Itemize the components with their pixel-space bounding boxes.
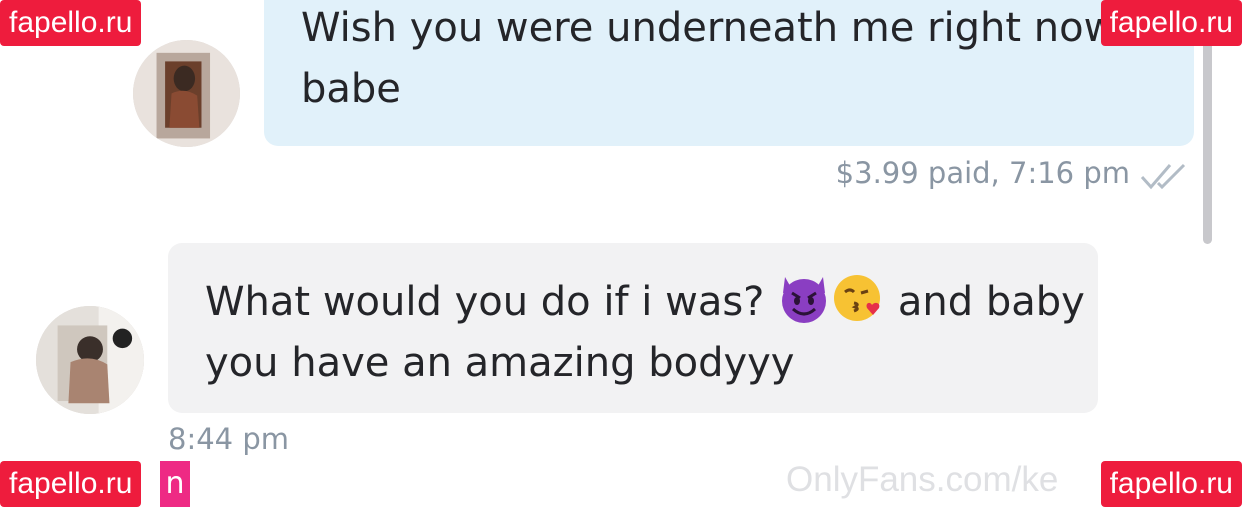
watermark-fragment: n — [160, 461, 190, 507]
outgoing-message-text: Wish you were underneath me right now ba… — [301, 5, 1117, 112]
incoming-message-bubble[interactable]: What would you do if i was? and baby you… — [168, 243, 1098, 413]
incoming-message-text: What would you do if i was? and baby you… — [205, 271, 1085, 394]
incoming-message-text-start: What would you do if i was? — [205, 279, 765, 325]
watermark-tag-bottom-left: fapello.ru — [0, 461, 142, 507]
creator-avatar[interactable] — [36, 306, 144, 414]
avatar-photo — [133, 40, 240, 147]
watermark-tag-bottom-right: fapello.ru — [1100, 461, 1242, 507]
avatar-photo — [36, 306, 144, 414]
face-blowing-kiss-icon — [831, 271, 885, 325]
watermark-tag-top-left: fapello.ru — [0, 0, 142, 46]
double-check-icon — [1140, 163, 1186, 190]
scrollbar[interactable] — [1203, 35, 1212, 244]
incoming-message-time: 8:44 pm — [168, 422, 289, 456]
site-watermark: OnlyFans.com/ke — [786, 460, 1059, 499]
sender-avatar[interactable] — [133, 40, 240, 147]
outgoing-message-status: $3.99 paid, 7:16 pm — [835, 156, 1130, 190]
smiling-face-with-horns-icon — [777, 271, 831, 325]
watermark-tag-top-right: fapello.ru — [1100, 0, 1242, 46]
outgoing-message-bubble[interactable]: Wish you were underneath me right now ba… — [264, 0, 1194, 146]
